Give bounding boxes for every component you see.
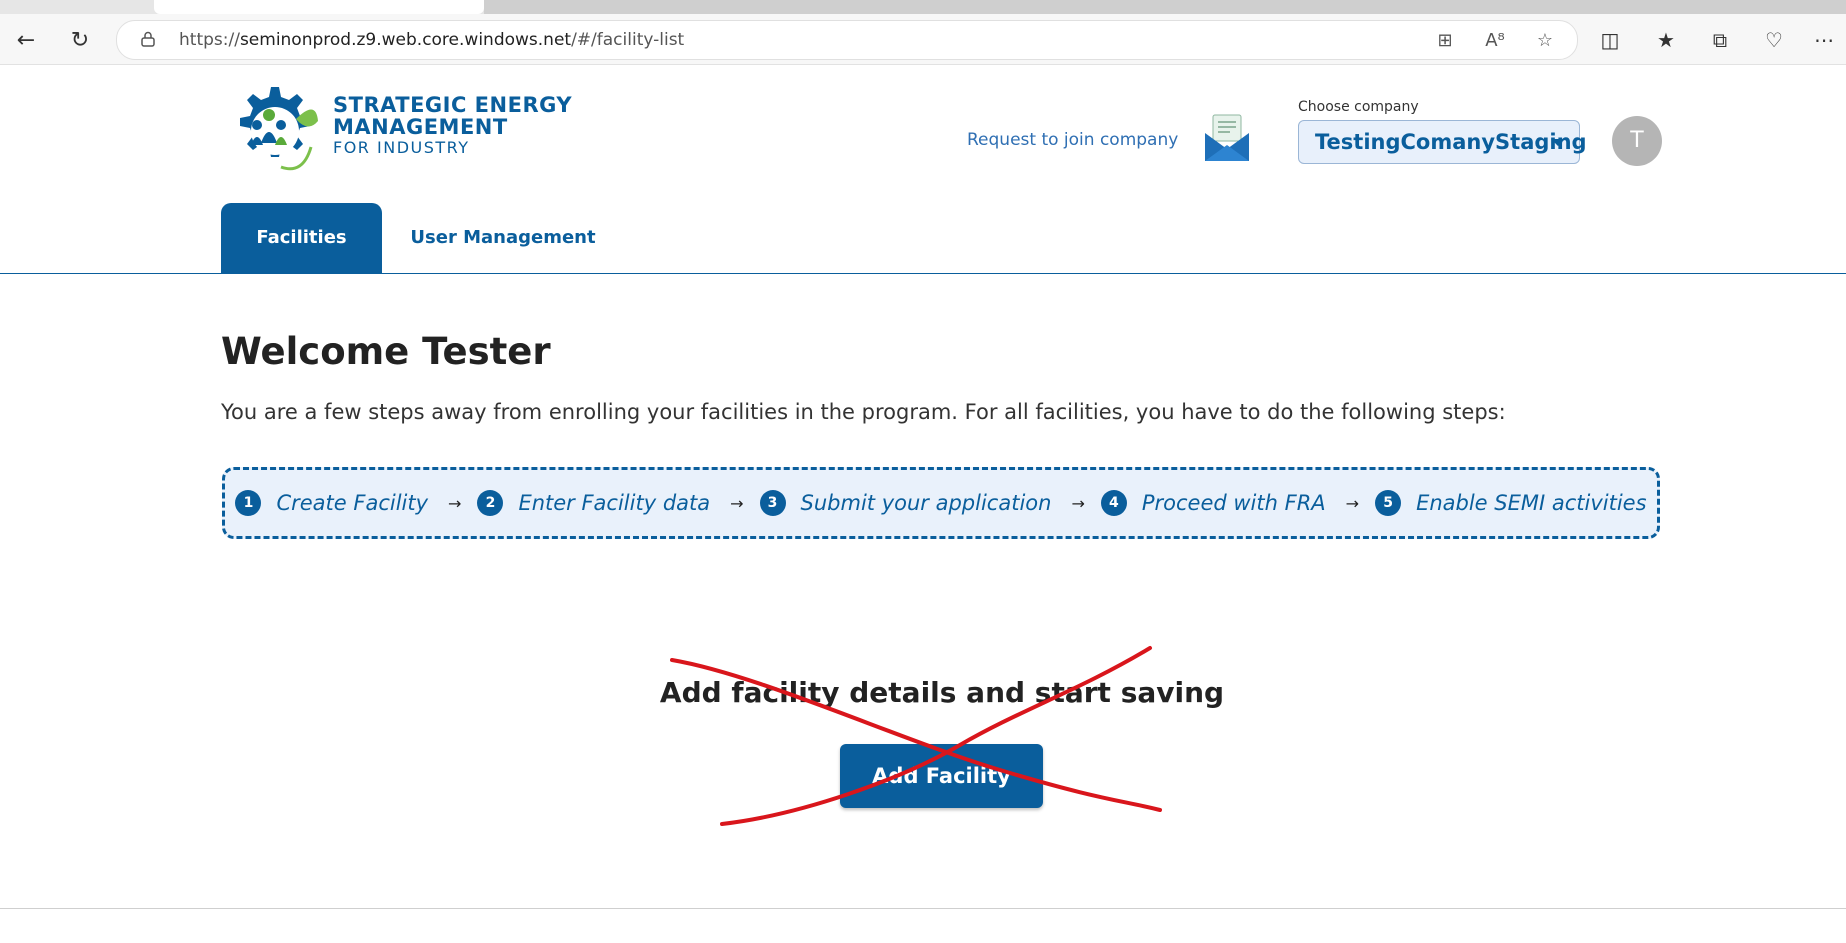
browser-address-bar: ← ↻ https://seminonprod.z9.web.core.wind…	[0, 14, 1846, 65]
step-label: Enable SEMI activities	[1416, 491, 1647, 515]
add-facility-button[interactable]: Add Facility	[840, 744, 1043, 808]
gear-people-logo-icon	[240, 87, 318, 171]
step-2: 2 Enter Facility data →	[477, 490, 759, 516]
logo-line-1: STRATEGIC ENERGY	[333, 93, 573, 117]
lock-icon	[141, 31, 155, 47]
envelope-icon[interactable]	[1203, 113, 1251, 163]
favorites-list-icon[interactable]: ★	[1652, 26, 1680, 54]
back-arrow-icon[interactable]: ←	[12, 26, 40, 54]
step-5: 5 Enable SEMI activities	[1375, 490, 1647, 516]
step-number: 2	[477, 490, 504, 516]
arrow-right-icon: →	[730, 493, 744, 513]
url-field[interactable]: https://seminonprod.z9.web.core.windows.…	[116, 20, 1578, 60]
split-screen-icon[interactable]: ◫	[1596, 26, 1624, 54]
browser-tab-bar	[484, 0, 1846, 14]
tab-facilities[interactable]: Facilities	[221, 203, 382, 273]
intro-text: You are a few steps away from enrolling …	[221, 400, 1506, 424]
more-menu-icon[interactable]: ⋯	[1810, 26, 1838, 54]
arrow-right-icon: →	[448, 493, 462, 513]
url-text: https://seminonprod.z9.web.core.windows.…	[179, 30, 685, 50]
sem-logo[interactable]: STRATEGIC ENERGY MANAGEMENT FOR INDUSTRY	[221, 81, 572, 181]
step-number: 3	[759, 490, 786, 516]
logo-line-2: MANAGEMENT	[333, 115, 508, 139]
step-number: 5	[1375, 490, 1402, 516]
step-label: Proceed with FRA	[1141, 491, 1326, 515]
steps-banner: 1 Create Facility → 2 Enter Facility dat…	[222, 467, 1660, 539]
apps-icon[interactable]: ⊞	[1433, 29, 1457, 53]
arrow-right-icon: →	[1345, 493, 1360, 513]
step-number: 1	[235, 490, 262, 516]
step-label: Enter Facility data	[518, 491, 711, 515]
avatar[interactable]: T	[1612, 116, 1662, 166]
collections-icon[interactable]: ⧉	[1706, 26, 1734, 54]
tab-user-management[interactable]: User Management	[398, 203, 608, 273]
choose-company-label: Choose company	[1298, 99, 1419, 115]
page-title: Welcome Tester	[221, 330, 551, 373]
app-header: STRATEGIC ENERGY MANAGEMENT FOR INDUSTRY…	[0, 65, 1846, 203]
favorite-star-icon[interactable]: ☆	[1533, 29, 1557, 53]
logo-line-3: FOR INDUSTRY	[333, 138, 470, 157]
chevron-down-icon	[1551, 139, 1565, 146]
cta-heading: Add facility details and start saving	[0, 676, 1846, 709]
divider	[0, 908, 1846, 909]
arrow-right-icon: →	[1071, 493, 1085, 513]
browser-tab-strip	[0, 0, 1846, 14]
refresh-icon[interactable]: ↻	[66, 26, 94, 54]
main-tabs: Facilities User Management	[0, 203, 1846, 274]
step-1: 1 Create Facility →	[235, 490, 477, 516]
step-4: 4 Proceed with FRA →	[1100, 490, 1375, 516]
step-3: 3 Submit your application →	[759, 490, 1101, 516]
step-label: Submit your application	[800, 491, 1052, 515]
request-join-company-link[interactable]: Request to join company	[967, 130, 1178, 150]
cta-heading-text: Add facility details and start saving	[659, 676, 1225, 709]
read-aloud-icon[interactable]: A⁸	[1483, 29, 1507, 53]
company-select-value: TestingComanyStaging	[1315, 130, 1587, 154]
browser-tab-active[interactable]	[154, 0, 484, 14]
step-number: 4	[1100, 490, 1127, 516]
browser-essentials-icon[interactable]: ♡	[1760, 26, 1788, 54]
company-select[interactable]: TestingComanyStaging	[1298, 120, 1587, 164]
step-label: Create Facility	[276, 491, 429, 515]
